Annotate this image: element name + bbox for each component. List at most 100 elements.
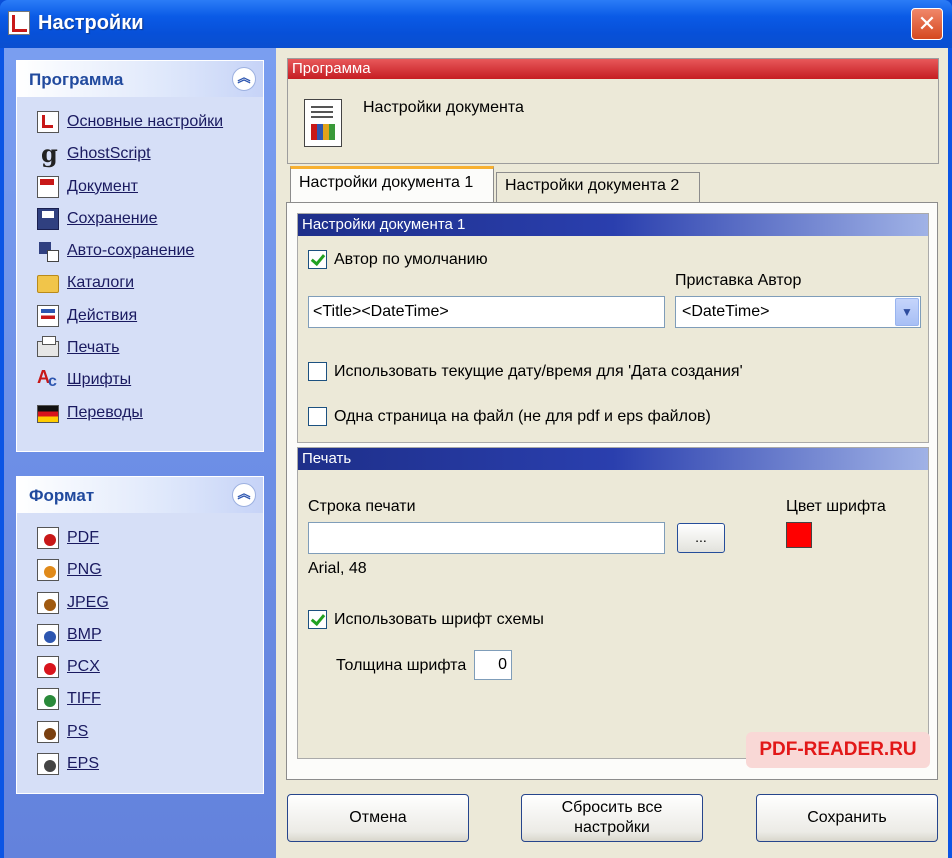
doc-settings-section: Настройки документа 1 Автор по умолчанию… [297,213,929,443]
sidebar-item-label: Документ [67,177,138,195]
ghostscript-icon [37,139,59,168]
reset-button-line-1: Сбросить все [561,799,663,816]
print-section-header: Печать [298,448,928,470]
pcx-file-icon [37,656,59,679]
sidebar-item-main-settings[interactable]: Основные настройки [17,107,263,139]
settings-window: Настройки ✕ Программа ︽ Основные настрой… [0,0,952,858]
sidebar-item-label: PDF [67,529,99,546]
title-template-input[interactable]: <Title><DateTime> [308,296,665,328]
prefix-author-value: <DateTime> [682,303,770,320]
sidebar-item-label: Переводы [67,403,143,421]
sidebar-item-label: Действия [67,306,138,324]
format-group-header[interactable]: Формат ︽ [17,477,263,513]
use-scheme-font-checkbox[interactable] [308,610,327,629]
font-weight-label: Толщина шрифта [336,657,467,674]
tab-panel: Настройки документа 1 Автор по умолчанию… [286,202,938,780]
app-icon [8,11,30,35]
program-panel-header: Программа [288,59,938,79]
default-author-checkbox[interactable] [308,250,327,269]
sidebar-item-ghostscript[interactable]: GhostScript [17,139,263,171]
font-color-label: Цвет шрифта [786,498,886,515]
sidebar-item-label: JPEG [67,593,109,611]
sidebar-item-actions[interactable]: Действия [17,301,263,333]
sidebar-item-label: PS [67,722,89,740]
pdf-file-icon [37,527,59,549]
sidebar-item-document[interactable]: Документ [17,172,263,204]
program-group-header[interactable]: Программа ︽ [17,61,263,97]
prefix-author-label: Приставка Автор [675,272,802,289]
doc-settings-header: Настройки документа 1 [298,214,928,236]
autosave-icon [37,240,59,263]
sidebar-item-folders[interactable]: Каталоги [17,268,263,300]
close-button[interactable]: ✕ [911,8,943,40]
fonts-icon [37,367,59,391]
sidebar-item-ps[interactable]: PS [17,717,263,749]
sidebar-item-label: Сохранение [67,209,158,227]
reset-settings-button[interactable]: Сбросить все настройки [521,794,703,842]
reset-button-line-2: настройки [574,819,650,836]
collapse-program-icon[interactable]: ︽ [232,67,256,91]
default-author-label: Автор по умолчанию [334,251,488,268]
sidebar-item-png[interactable]: PNG [17,555,263,587]
flag-icon [37,404,59,423]
sidebar-item-label: Шрифты [67,371,132,389]
printer-icon [37,336,59,358]
floppy-disk-icon [37,207,59,230]
content-pane: Программа Настройки документа Настройки … [276,48,948,858]
sidebar-item-pdf[interactable]: PDF [17,523,263,555]
actions-icon [37,304,59,327]
sidebar-item-label: Печать [67,339,120,357]
sidebar-item-label: PCX [67,658,100,676]
print-string-input[interactable] [308,522,665,554]
program-group-title: Программа [29,70,124,89]
format-group-title: Формат [29,486,95,505]
sidebar-item-pcx[interactable]: PCX [17,652,263,684]
jpeg-file-icon [37,591,59,614]
sidebar-item-label: TIFF [67,690,101,708]
sidebar-item-translations[interactable]: Переводы [17,398,263,430]
tab-document-settings-2[interactable]: Настройки документа 2 [496,172,700,202]
sidebar-item-eps[interactable]: EPS [17,749,263,781]
bmp-file-icon [37,623,59,646]
font-info: Arial, 48 [308,560,367,577]
sidebar-item-jpeg[interactable]: JPEG [17,588,263,620]
save-button[interactable]: Сохранить [756,794,938,842]
one-page-label: Одна страница на файл (не для pdf и eps … [334,408,711,425]
collapse-format-icon[interactable]: ︽ [232,483,256,507]
program-group: Программа ︽ Основные настройки GhostScri… [16,60,264,452]
sidebar-item-tiff[interactable]: TIFF [17,684,263,716]
sidebar-item-label: Основные настройки [67,113,224,130]
print-section: Печать Строка печати ... Цвет шрифта Ari… [297,447,929,759]
tiff-file-icon [37,688,59,711]
sidebar-item-label: GhostScript [67,145,151,163]
chevron-down-icon[interactable]: ▼ [895,298,919,326]
client-area: Программа ︽ Основные настройки GhostScri… [4,48,948,858]
font-color-swatch[interactable] [786,522,812,548]
ps-file-icon [37,720,59,743]
print-string-label: Строка печати [308,498,416,515]
sidebar-item-fonts[interactable]: Шрифты [17,365,263,397]
use-datetime-checkbox[interactable] [308,362,327,381]
program-panel: Программа Настройки документа [287,58,939,164]
title-bar[interactable]: Настройки ✕ [0,0,952,48]
browse-font-button[interactable]: ... [677,523,725,553]
use-datetime-label: Использовать текущие дату/время для 'Дат… [334,363,743,380]
one-page-checkbox[interactable] [308,407,327,426]
prefix-author-select[interactable]: <DateTime> ▼ [675,296,921,328]
font-weight-input[interactable]: 0 [474,650,512,680]
sidebar-item-saving[interactable]: Сохранение [17,204,263,236]
program-panel-description: Настройки документа [363,99,524,116]
format-items: PDF PNG JPEG BMP PCX TIFF PS EPS [17,513,263,782]
sidebar-item-label: Авто-сохранение [67,242,195,260]
sidebar-item-label: Каталоги [67,274,135,292]
sidebar-item-label: BMP [67,625,102,643]
cancel-button[interactable]: Отмена [287,794,469,842]
tab-document-settings-1[interactable]: Настройки документа 1 [290,166,494,202]
format-group: Формат ︽ PDF PNG JPEG BMP PCX TIFF PS EP… [16,476,264,794]
use-scheme-font-label: Использовать шрифт схемы [334,611,544,628]
sidebar-item-print[interactable]: Печать [17,333,263,365]
left-task-pane: Программа ︽ Основные настройки GhostScri… [4,48,276,858]
window-title: Настройки [38,12,144,34]
sidebar-item-bmp[interactable]: BMP [17,620,263,652]
sidebar-item-autosave[interactable]: Авто-сохранение [17,236,263,268]
